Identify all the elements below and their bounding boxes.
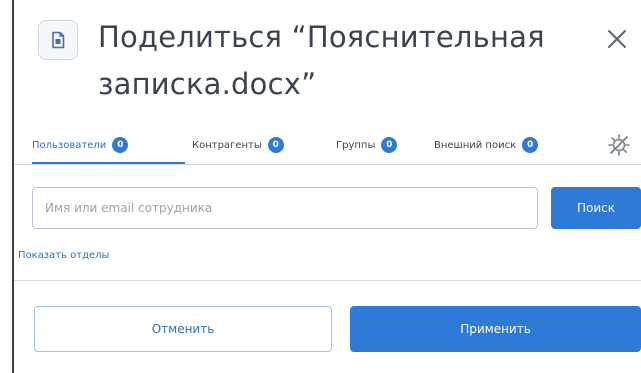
tab-users-label: Пользователи	[32, 139, 107, 151]
show-departments-link[interactable]: Показать отделы	[18, 250, 109, 261]
search-button[interactable]: Поиск	[551, 187, 641, 229]
document-icon	[38, 20, 78, 60]
tab-external-search-label: Внешний поиск	[434, 139, 517, 151]
employee-search-input[interactable]	[32, 187, 538, 229]
tab-groups-label: Группы	[336, 139, 376, 151]
tab-groups-count-badge: 0	[381, 137, 398, 153]
share-tabs: Пользователи 0 Контрагенты 0 Группы 0 Вн…	[14, 128, 641, 164]
cancel-button[interactable]: Отменить	[34, 306, 332, 352]
tab-users-count-badge: 0	[112, 137, 129, 153]
share-dialog: Поделиться “Пояснительная записка.docx” …	[14, 0, 641, 373]
tab-counterparties-count-badge: 0	[267, 137, 284, 153]
tab-groups[interactable]: Группы 0	[336, 128, 398, 162]
dialog-title: Поделиться “Пояснительная записка.docx”	[98, 20, 545, 101]
close-icon	[608, 30, 626, 48]
tab-external-search-count-badge: 0	[522, 137, 539, 153]
tabs-divider	[14, 164, 641, 165]
tab-users[interactable]: Пользователи 0	[32, 128, 129, 162]
settings-off-icon[interactable]	[606, 132, 632, 158]
apply-button[interactable]: Применить	[350, 306, 641, 352]
tab-external-search[interactable]: Внешний поиск 0	[434, 128, 539, 162]
footer-divider	[14, 280, 641, 281]
tab-counterparties[interactable]: Контрагенты 0	[192, 128, 284, 162]
close-button[interactable]	[602, 24, 632, 54]
tab-counterparties-label: Контрагенты	[192, 139, 262, 151]
